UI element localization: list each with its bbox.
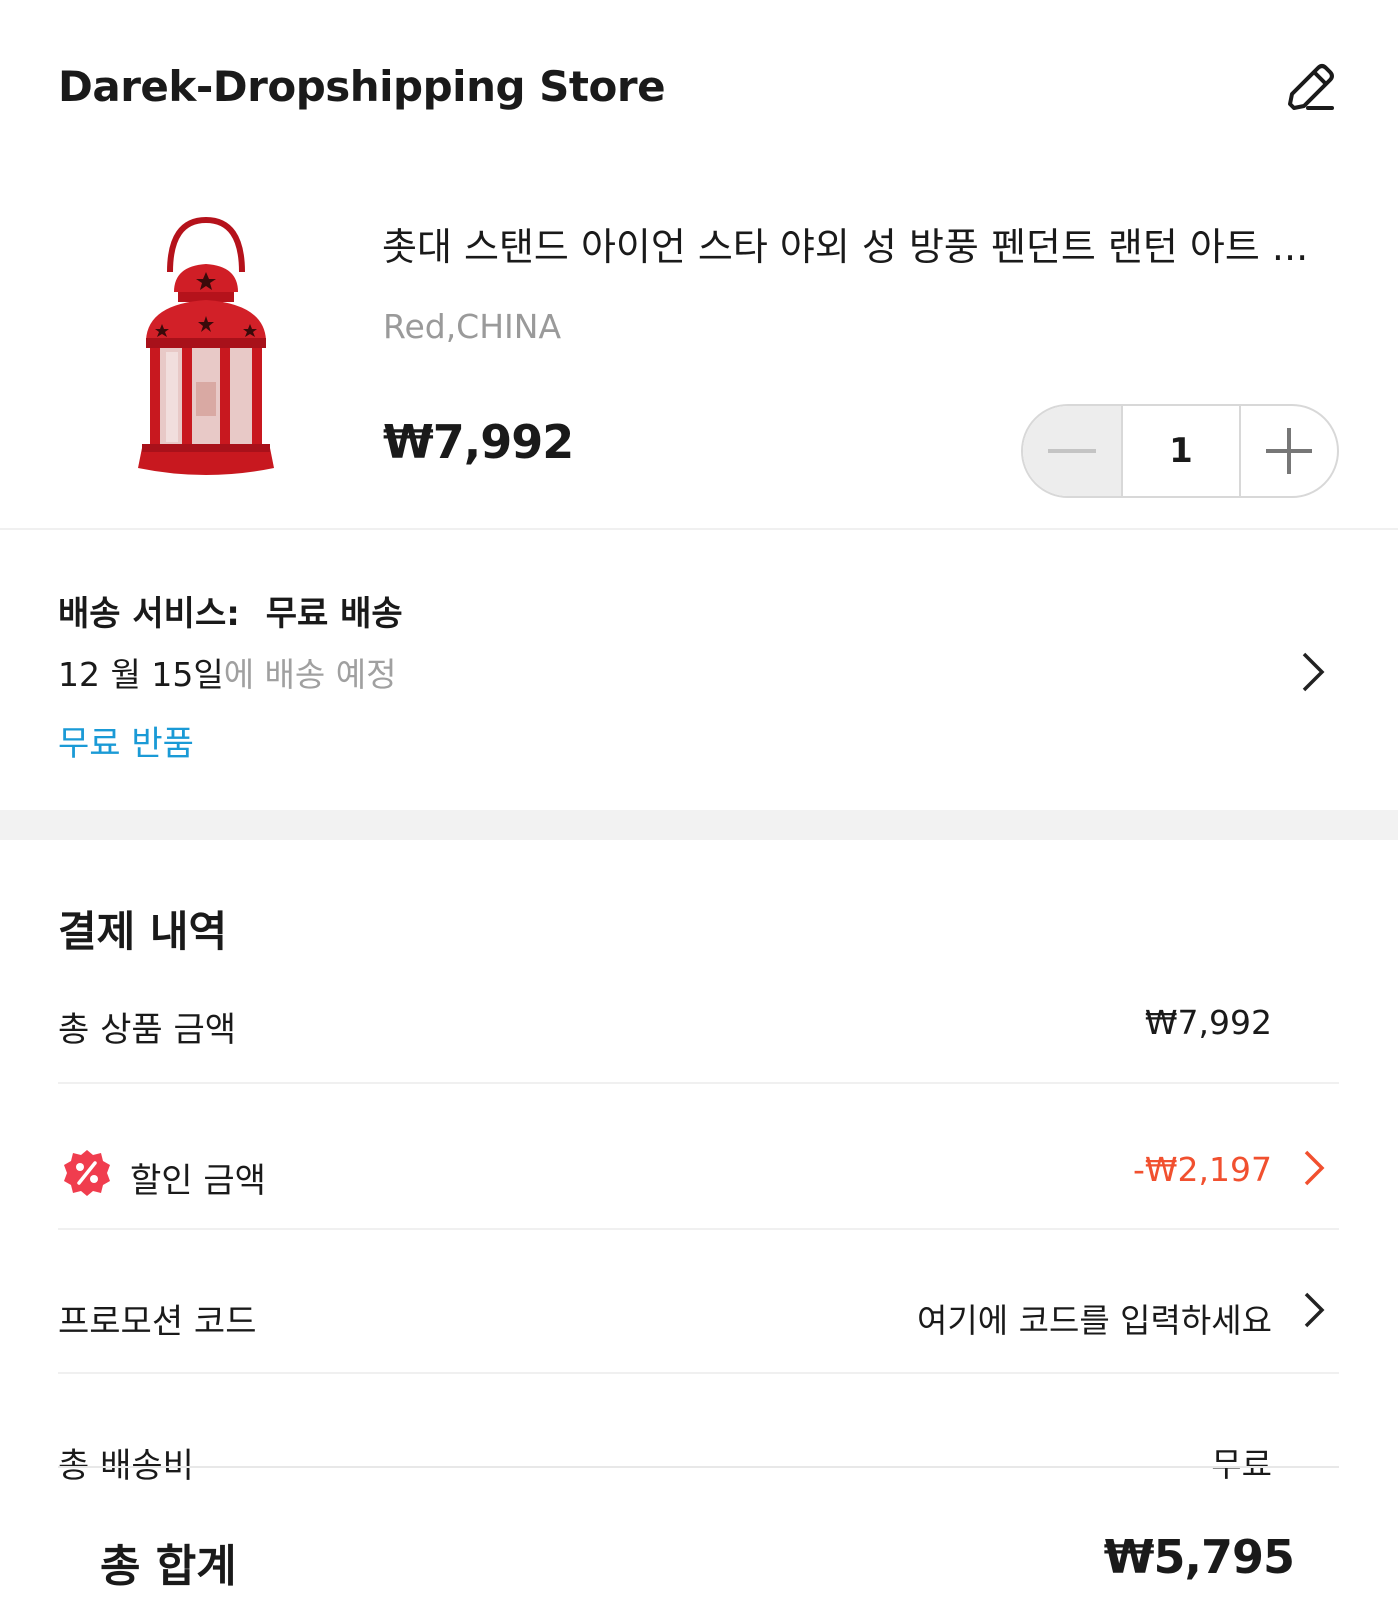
discount-value[interactable]: -₩2,197	[1133, 1150, 1272, 1189]
increase-quantity-button[interactable]	[1241, 406, 1337, 496]
promo-code-label: 프로모션 코드	[58, 1302, 257, 1342]
minus-icon	[1048, 449, 1096, 453]
row-divider	[58, 1466, 1339, 1468]
delivery-date-suffix: 에 배송 예정	[223, 655, 397, 694]
row-divider	[58, 1228, 1339, 1230]
total-label: 총 합계	[100, 1541, 237, 1592]
store-name[interactable]: Darek-Dropshipping Store	[58, 62, 666, 111]
pencil-icon[interactable]	[1282, 60, 1338, 116]
decrease-quantity-button[interactable]	[1023, 406, 1123, 496]
shipping-fee-label: 총 배송비	[58, 1446, 194, 1486]
product-price: ₩7,992	[383, 415, 574, 469]
payment-details-title: 결제 내역	[58, 907, 228, 956]
shipping-service: 배송 서비스: 무료 배송	[58, 586, 403, 635]
chevron-right-icon[interactable]	[1302, 1290, 1328, 1330]
product-title[interactable]: 촛대 스탠드 아이언 스타 야외 성 방풍 펜던트 랜턴 아트 ...	[382, 216, 1317, 271]
section-divider	[0, 810, 1398, 840]
product-image[interactable]	[132, 212, 280, 482]
shipping-service-value: 무료 배송	[265, 594, 403, 634]
quantity-value[interactable]: 1	[1123, 406, 1241, 496]
subtotal-label: 총 상품 금액	[58, 1010, 237, 1050]
discount-label: 할인 금액	[130, 1161, 266, 1201]
shipping-service-label: 배송 서비스:	[58, 594, 240, 634]
delivery-estimate[interactable]: 12 월 15일에 배송 예정	[58, 648, 396, 696]
shipping-fee-value: 무료	[1211, 1445, 1272, 1484]
total-value: ₩5,795	[1103, 1530, 1295, 1584]
product-variant: Red,CHINA	[383, 307, 562, 346]
free-return-link[interactable]: 무료 반품	[58, 716, 194, 765]
row-divider	[58, 1372, 1339, 1374]
discount-badge-icon	[62, 1148, 112, 1198]
promo-code-input[interactable]: 여기에 코드를 입력하세요	[917, 1294, 1272, 1342]
row-divider	[58, 1082, 1339, 1084]
subtotal-value: ₩7,992	[1144, 1003, 1272, 1042]
delivery-date: 12 월 15일	[58, 655, 224, 694]
chevron-right-icon[interactable]	[1302, 1148, 1328, 1188]
divider	[0, 528, 1398, 530]
quantity-stepper: 1	[1021, 404, 1339, 498]
plus-icon	[1266, 428, 1312, 474]
chevron-right-icon[interactable]	[1298, 650, 1328, 694]
